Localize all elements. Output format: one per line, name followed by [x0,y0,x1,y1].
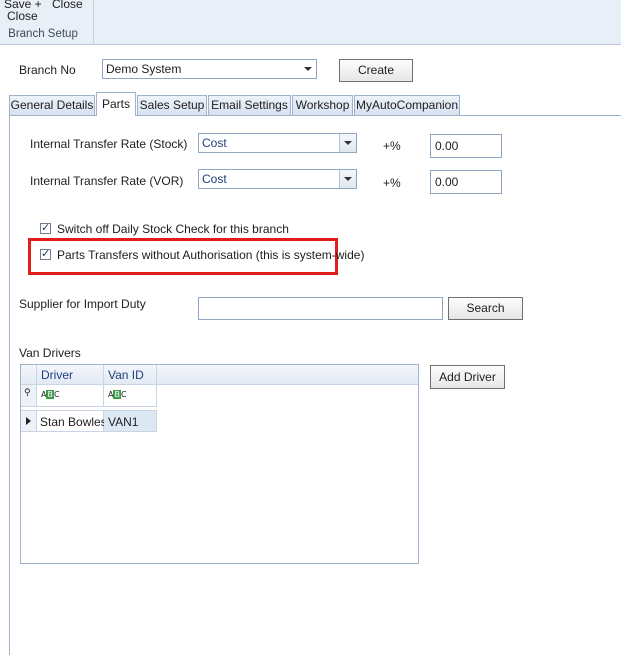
ribbon-group-branch-setup: Save + Close Close Branch Setup [0,0,94,44]
branch-no-select[interactable]: Demo System [102,59,317,79]
daily-stock-check-label: Switch off Daily Stock Check for this br… [57,222,289,236]
transfer-rate-stock-pct-label: +% [383,139,401,153]
search-button[interactable]: Search [448,297,523,320]
create-button[interactable]: Create [339,59,413,82]
branch-no-label: Branch No [19,63,76,77]
transfer-rate-stock-select[interactable]: Cost [198,133,357,153]
ribbon-bar: Save + Close Close Branch Setup [0,0,621,45]
transfers-without-authorisation-label: Parts Transfers without Authorisation (t… [57,248,365,262]
column-header-driver[interactable]: Driver [37,365,104,385]
abc-filter-icon: ABC [41,390,60,399]
filter-van-id-cell[interactable]: ABC [104,385,157,407]
close-button[interactable]: Close [52,0,83,10]
transfer-rate-vor-pct-label: +% [383,176,401,190]
pin-icon: ⚲ [24,388,31,398]
chevron-down-icon[interactable] [300,60,316,78]
row-indicator[interactable] [21,410,37,432]
transfer-rate-vor-select[interactable]: Cost [198,169,357,189]
transfer-rate-vor-value: Cost [202,172,227,186]
table-cell-van-id[interactable]: VAN1 [104,410,157,432]
transfer-rate-stock-pct-input[interactable]: 0.00 [430,134,502,158]
branch-no-value: Demo System [106,62,182,76]
transfer-rate-vor-pct-value: 0.00 [435,175,459,189]
van-drivers-grid[interactable]: Driver Van ID ⚲ ABC ABC Stan Bowles VAN1 [20,364,419,564]
add-driver-button[interactable]: Add Driver [430,365,505,389]
transfer-rate-stock-value: Cost [202,136,227,150]
filter-row-indicator: ⚲ [21,385,37,407]
tab-general-details[interactable]: General Details [9,95,95,115]
column-header-filler [157,365,418,385]
transfers-without-authorisation-checkbox[interactable] [40,247,51,260]
transfer-rate-stock-pct-value: 0.00 [435,139,459,153]
filter-driver-cell[interactable]: ABC [37,385,104,407]
transfer-rate-vor-label: Internal Transfer Rate (VOR) [30,174,184,188]
supplier-import-duty-label: Supplier for Import Duty [19,297,146,311]
transfer-rate-stock-label: Internal Transfer Rate (Stock) [30,137,188,151]
grid-corner [21,365,37,385]
abc-filter-icon: ABC [108,390,127,399]
tab-myautocompanion[interactable]: MyAutoCompanion [354,95,460,115]
chevron-down-icon[interactable] [339,170,356,188]
supplier-import-duty-input[interactable] [198,297,443,320]
daily-stock-check-checkbox[interactable] [40,221,51,234]
tab-workshop[interactable]: Workshop [292,95,353,115]
save-close-label-line2: Close [7,9,38,23]
table-cell-driver[interactable]: Stan Bowles [37,410,107,432]
tab-sales-setup[interactable]: Sales Setup [137,95,207,115]
tab-email-settings[interactable]: Email Settings [208,95,291,115]
chevron-down-icon[interactable] [339,134,356,152]
tab-parts[interactable]: Parts [96,92,136,116]
row-pointer-icon [26,417,31,425]
ribbon-group-label: Branch Setup [8,28,78,40]
transfer-rate-vor-pct-input[interactable]: 0.00 [430,170,502,194]
van-drivers-label: Van Drivers [19,346,81,360]
column-header-van-id[interactable]: Van ID [104,365,157,385]
save-close-button[interactable]: Save + Close [4,0,42,22]
